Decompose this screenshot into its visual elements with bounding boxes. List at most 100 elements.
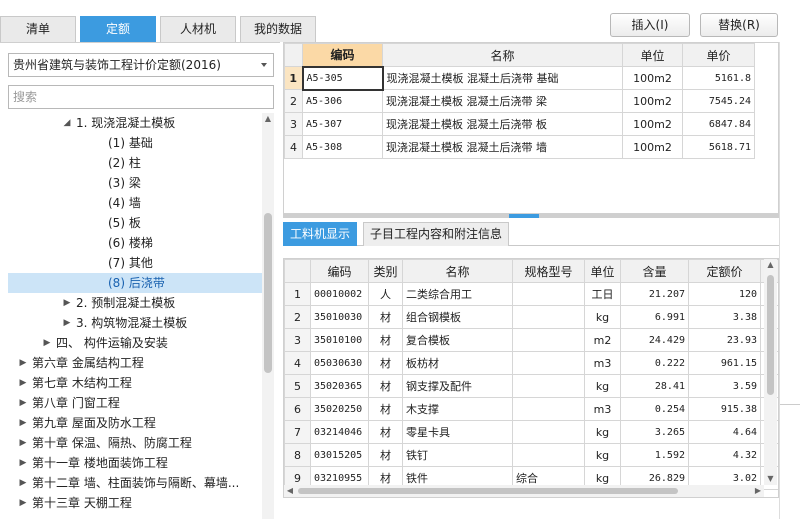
column-header-quota-price[interactable]: 定额价 [688, 259, 761, 283]
unit-cell[interactable]: kg [584, 374, 621, 398]
row-index[interactable]: 1 [284, 66, 303, 90]
tree-item[interactable]: ◢ 1. 现浇混凝土模板 [8, 113, 262, 133]
scrollbar-thumb[interactable] [298, 488, 678, 494]
unit-cell[interactable]: 工日 [584, 282, 621, 306]
tab-quota[interactable]: 定额 [80, 16, 156, 42]
row-index[interactable]: 4 [284, 351, 311, 375]
table-row[interactable]: 4 05030630 材板枋材 m3 0.222 961.15 [284, 351, 778, 375]
code-cell[interactable]: A5-307 [302, 112, 383, 136]
name-cell[interactable]: 二类综合用工 [402, 282, 513, 306]
tree-item[interactable]: ▶ 第八章 门窗工程 [8, 393, 262, 413]
row-index[interactable]: 6 [284, 397, 311, 421]
quantity-cell[interactable]: 1.592 [620, 443, 689, 467]
collapse-arrow-icon[interactable]: ▶ [18, 433, 28, 453]
unit-cell[interactable]: 100m2 [622, 112, 683, 136]
column-header-name[interactable]: 名称 [382, 43, 623, 67]
quota-price-cell[interactable]: 4.64 [688, 420, 761, 444]
row-index[interactable]: 2 [284, 305, 311, 329]
material-horizontal-scrollbar[interactable]: ◀ ▶ [284, 485, 764, 497]
table-row[interactable]: 2 35010030 材组合钢模板 kg 6.991 3.38 [284, 305, 778, 329]
row-index[interactable]: 3 [284, 112, 303, 136]
name-cell[interactable]: 复合模板 [402, 328, 513, 352]
tree-item[interactable]: ▶ 第六章 金属结构工程 [8, 353, 262, 373]
code-cell[interactable]: A5-305 [301, 65, 384, 91]
collapse-arrow-icon[interactable]: ▶ [18, 453, 28, 473]
column-header-code[interactable]: 编码 [302, 43, 383, 67]
code-cell[interactable]: 05030630 [310, 351, 369, 375]
quantity-cell[interactable]: 0.254 [620, 397, 689, 421]
column-header-code[interactable]: 编码 [310, 259, 369, 283]
expand-arrow-icon[interactable]: ◢ [62, 113, 72, 133]
quantity-cell[interactable]: 3.265 [620, 420, 689, 444]
name-cell[interactable]: 现浇混凝土模板 混凝土后浇带 梁 [382, 89, 623, 113]
quota-price-cell[interactable]: 4.32 [688, 443, 761, 467]
quantity-cell[interactable]: 6.991 [620, 305, 689, 329]
tab-material-display[interactable]: 工料机显示 [283, 222, 358, 246]
quota-price-cell[interactable]: 961.15 [688, 351, 761, 375]
scrollbar-thumb[interactable] [264, 213, 272, 373]
row-index[interactable]: 1 [284, 282, 311, 306]
name-cell[interactable]: 现浇混凝土模板 混凝土后浇带 墙 [382, 135, 623, 159]
unit-cell[interactable]: kg [584, 305, 621, 329]
unit-cell[interactable]: kg [584, 420, 621, 444]
code-cell[interactable]: A5-308 [302, 135, 383, 159]
tree-item[interactable]: ▶ 四、 构件运输及安装 [8, 333, 262, 353]
name-cell[interactable]: 板枋材 [402, 351, 513, 375]
row-index[interactable]: 7 [284, 420, 311, 444]
collapse-arrow-icon[interactable]: ▶ [18, 353, 28, 373]
table-row[interactable]: 3 35010100 材复合模板 m2 24.429 23.93 [284, 328, 778, 352]
unit-cell[interactable]: m2 [584, 328, 621, 352]
scrollbar-thumb[interactable] [767, 275, 774, 395]
quota-price-cell[interactable]: 3.38 [688, 305, 761, 329]
code-cell[interactable]: 35020365 [310, 374, 369, 398]
tree-item[interactable]: ▶ 3. 构筑物混凝土模板 [8, 313, 262, 333]
material-vertical-scrollbar[interactable]: ▲ ▼ [764, 259, 777, 485]
spec-cell[interactable] [512, 351, 585, 375]
tree-item[interactable]: ▶ 第九章 屋面及防水工程 [8, 413, 262, 433]
scroll-up-icon[interactable]: ▲ [262, 113, 274, 125]
column-header-quantity[interactable]: 含量 [620, 259, 689, 283]
row-index[interactable]: 4 [284, 135, 303, 159]
type-cell[interactable]: 材 [368, 328, 403, 352]
tree-item[interactable]: ▶ 2. 预制混凝土模板 [8, 293, 262, 313]
type-cell[interactable]: 材 [368, 305, 403, 329]
quantity-cell[interactable]: 21.207 [620, 282, 689, 306]
tree-item[interactable]: (4) 墙 [8, 193, 262, 213]
tab-work-content-notes[interactable]: 子目工程内容和附注信息 [363, 222, 510, 246]
column-header-price[interactable]: 单价 [682, 43, 755, 67]
price-cell[interactable]: 5618.71 [682, 135, 755, 159]
code-cell[interactable]: 35020250 [310, 397, 369, 421]
tree-item[interactable]: (8) 后浇带 [8, 273, 262, 293]
table-row[interactable]: 1 00010002 人二类综合用工 工日 21.207 120 [284, 282, 778, 306]
tab-labor-material-machine[interactable]: 人材机 [160, 16, 236, 42]
code-cell[interactable]: 35010100 [310, 328, 369, 352]
spec-cell[interactable] [512, 374, 585, 398]
name-cell[interactable]: 钢支撑及配件 [402, 374, 513, 398]
spec-cell[interactable] [512, 328, 585, 352]
unit-cell[interactable]: 100m2 [622, 66, 683, 90]
tree-item[interactable]: ▶ 第十一章 楼地面装饰工程 [8, 453, 262, 473]
quota-library-select[interactable]: 贵州省建筑与装饰工程计价定额(2016) [8, 53, 274, 77]
code-cell[interactable]: A5-306 [302, 89, 383, 113]
row-index[interactable]: 5 [284, 374, 311, 398]
name-cell[interactable]: 组合钢模板 [402, 305, 513, 329]
column-header-unit[interactable]: 单位 [622, 43, 683, 67]
price-cell[interactable]: 6847.84 [682, 112, 755, 136]
collapse-arrow-icon[interactable]: ▶ [18, 373, 28, 393]
collapse-arrow-icon[interactable]: ▶ [42, 333, 52, 353]
code-cell[interactable]: 35010030 [310, 305, 369, 329]
panel-splitter[interactable] [283, 214, 779, 218]
tree-item[interactable]: (1) 基础 [8, 133, 262, 153]
tree-item[interactable]: (2) 柱 [8, 153, 262, 173]
tree-item[interactable]: ▶ 第十章 保温、隔热、防腐工程 [8, 433, 262, 453]
type-cell[interactable]: 人 [368, 282, 403, 306]
scroll-up-icon[interactable]: ▲ [764, 259, 777, 271]
column-header-name[interactable]: 名称 [402, 259, 513, 283]
quantity-cell[interactable]: 0.222 [620, 351, 689, 375]
quota-price-cell[interactable]: 3.59 [688, 374, 761, 398]
type-cell[interactable]: 材 [368, 397, 403, 421]
collapse-arrow-icon[interactable]: ▶ [18, 413, 28, 433]
code-cell[interactable]: 03214046 [310, 420, 369, 444]
collapse-arrow-icon[interactable]: ▶ [18, 493, 28, 513]
row-index[interactable]: 3 [284, 328, 311, 352]
